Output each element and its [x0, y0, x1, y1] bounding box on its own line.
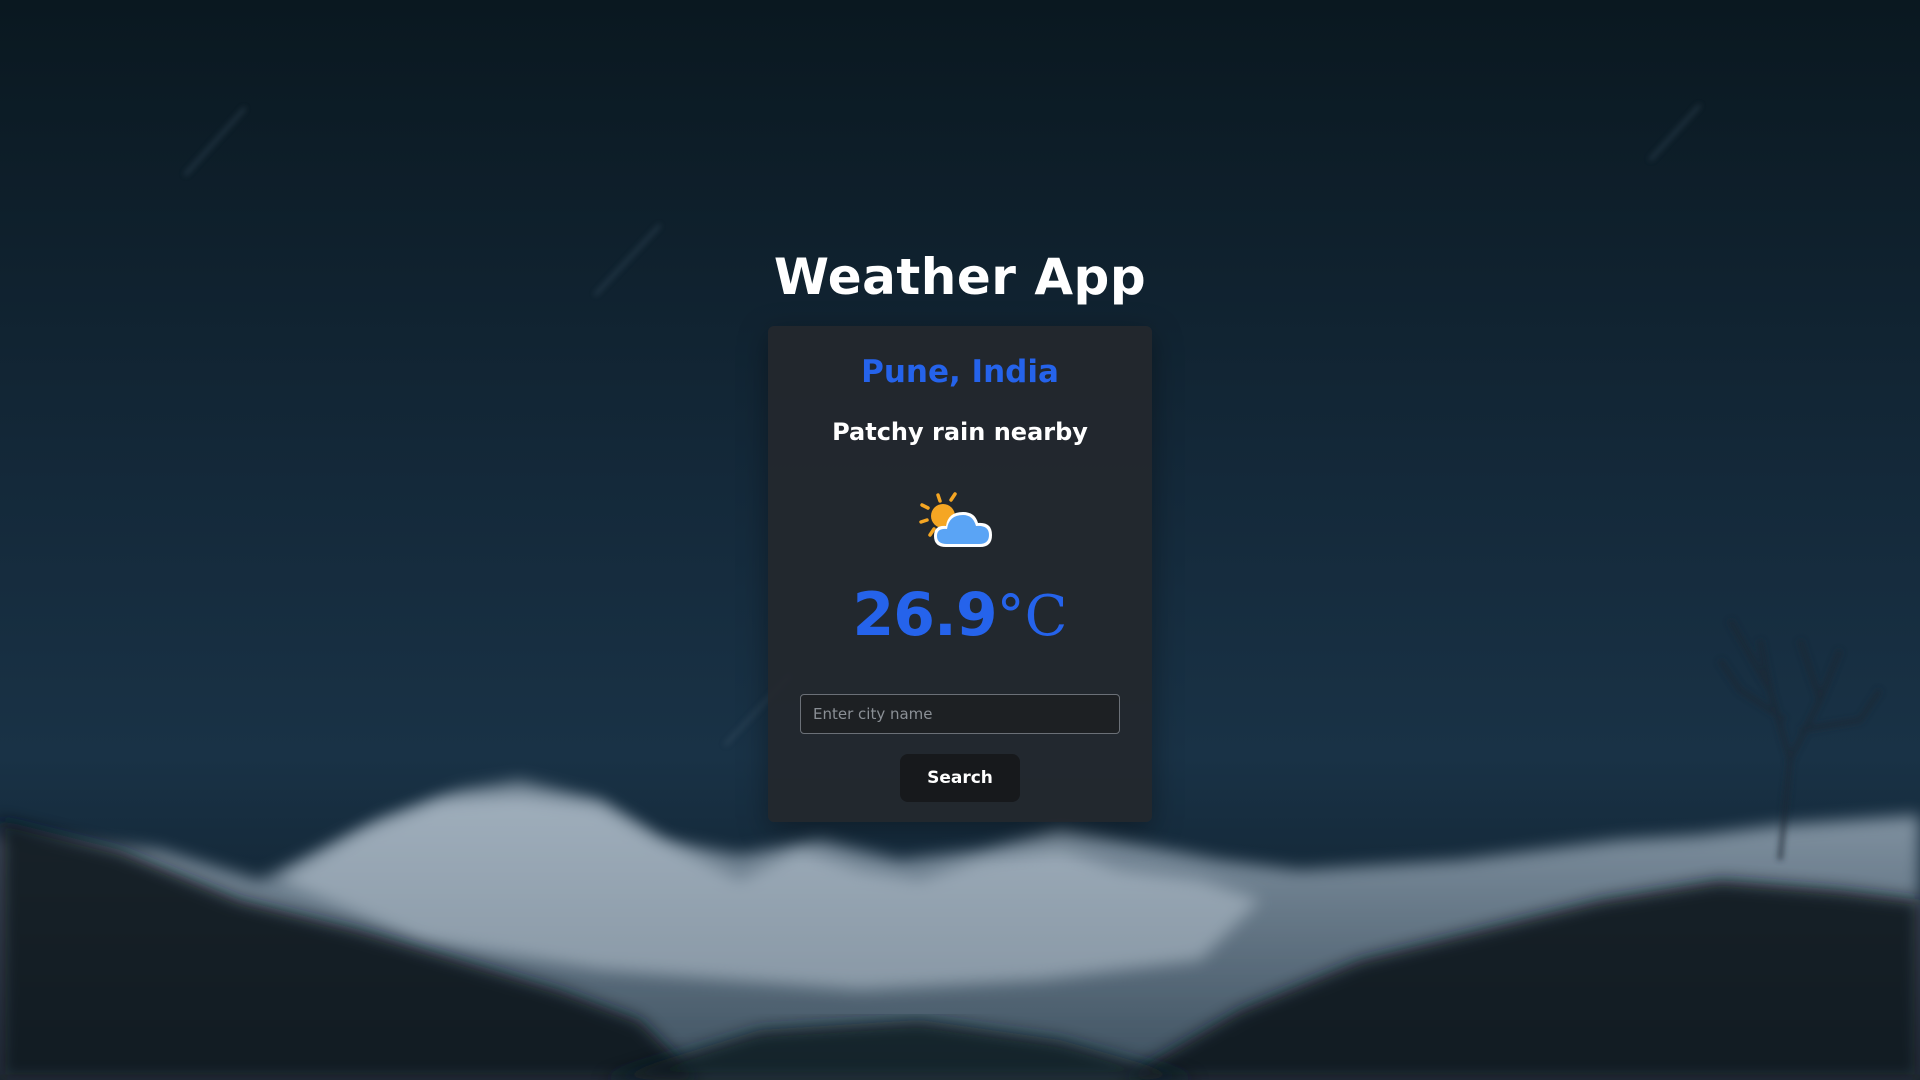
- weather-card: Pune, India Patchy rain nearby 26.9°C Se…: [768, 326, 1152, 822]
- search-button[interactable]: Search: [900, 754, 1020, 802]
- temperature: 26.9°C: [768, 580, 1152, 650]
- location-name: Pune, India: [861, 354, 1059, 390]
- temperature-value: 26.9: [852, 580, 998, 650]
- weather-condition: Patchy rain nearby: [832, 418, 1088, 446]
- app-title: Weather App: [773, 248, 1147, 306]
- partly-cloudy-sun-icon: [908, 485, 1012, 557]
- temperature-unit: °C: [996, 584, 1068, 649]
- city-search-input[interactable]: [800, 694, 1120, 734]
